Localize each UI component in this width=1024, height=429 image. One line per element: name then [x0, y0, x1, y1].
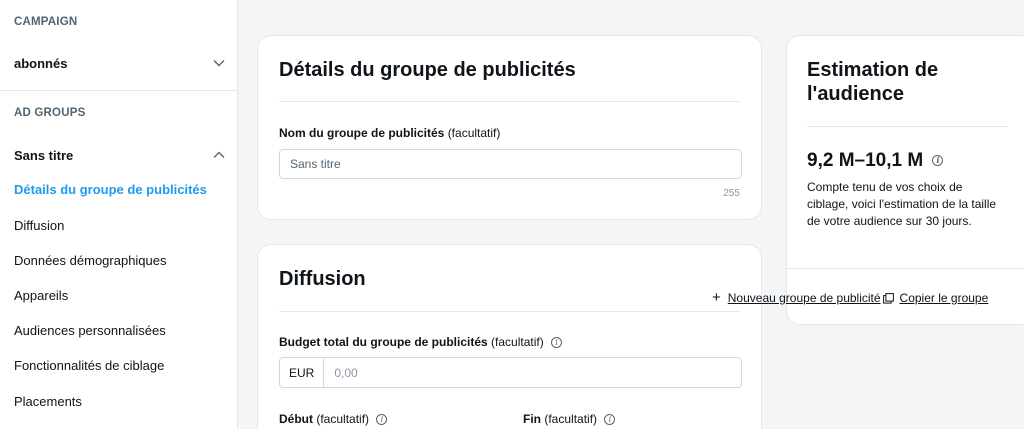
campaign-section-label: CAMPAIGN — [14, 16, 78, 28]
sidebar-item-devices[interactable]: Appareils — [14, 288, 68, 303]
info-icon[interactable]: i — [551, 337, 563, 348]
audience-estimation-card: Estimation de l'audience 9,2 M–10,1 M i … — [786, 35, 1024, 325]
details-divider — [279, 101, 740, 102]
start-date-optional: (facultatif) — [316, 412, 370, 426]
start-date-label-text: Début — [279, 412, 313, 426]
sidebar-item-ad-group-details[interactable]: Détails du groupe de publicités — [14, 182, 207, 197]
plus-icon: + — [712, 289, 721, 306]
copy-icon — [882, 292, 894, 304]
delivery-divider — [279, 311, 740, 312]
new-ad-group-label: Nouveau groupe de publicité — [727, 291, 881, 305]
end-date-optional: (facultatif) — [544, 412, 598, 426]
delivery-card: Diffusion Budget total du groupe de publ… — [257, 244, 762, 429]
details-title: Détails du groupe de publicités — [279, 59, 576, 81]
chevron-up-icon — [212, 148, 226, 162]
new-ad-group-button[interactable]: + Nouveau groupe de publicité — [712, 289, 881, 306]
campaign-name: abonnés — [14, 55, 68, 71]
end-date-label: Fin (facultatif) i — [523, 412, 616, 426]
info-icon[interactable]: i — [604, 414, 616, 425]
character-counter: 255 — [723, 188, 740, 199]
adgroup-name: Sans titre — [14, 147, 74, 163]
sidebar-item-targeting-features[interactable]: Fonctionnalités de ciblage — [14, 358, 164, 373]
delivery-title: Diffusion — [279, 268, 366, 290]
info-icon[interactable]: i — [376, 414, 388, 425]
copy-group-button[interactable]: Copier le groupe — [881, 291, 989, 305]
adgroup-selector[interactable]: Sans titre — [0, 137, 238, 173]
budget-optional: (facultatif) — [491, 335, 544, 349]
info-icon[interactable]: i — [932, 155, 944, 166]
start-date-label: Début (facultatif) i — [279, 412, 388, 426]
campaign-selector[interactable]: abonnés — [0, 45, 238, 81]
audience-description: Compte tenu de vos choix de ciblage, voi… — [807, 180, 997, 228]
adgroups-section-label: AD GROUPS — [14, 107, 86, 119]
sidebar-item-demographics[interactable]: Données démographiques — [14, 253, 167, 268]
sidebar-item-delivery[interactable]: Diffusion — [14, 218, 64, 233]
chevron-down-icon — [212, 56, 226, 70]
ad-group-name-label: Nom du groupe de publicités (facultatif) — [279, 126, 500, 140]
ad-group-name-input[interactable]: Sans titre — [279, 149, 742, 179]
currency-label: EUR — [280, 358, 325, 387]
sidebar: CAMPAIGN abonnés AD GROUPS Sans titre Dé… — [0, 0, 238, 429]
audience-divider — [807, 126, 1007, 127]
budget-label: Budget total du groupe de publicités (fa… — [279, 335, 563, 349]
ad-group-actions: + Nouveau groupe de publicité Copier le … — [712, 290, 988, 306]
audience-estimate-value: 9,2 M–10,1 M — [807, 150, 924, 171]
copy-group-label: Copier le groupe — [899, 291, 989, 305]
ad-group-name-label-text: Nom du groupe de publicités — [279, 126, 445, 140]
sidebar-item-custom-audiences[interactable]: Audiences personnalisées — [14, 323, 166, 338]
budget-input[interactable]: EUR 0,00 — [279, 357, 742, 388]
ad-group-name-optional: (facultatif) — [447, 126, 501, 140]
ad-group-details-card: Détails du groupe de publicités Nom du g… — [257, 35, 762, 220]
audience-footer-divider — [787, 268, 1024, 269]
audience-title: Estimation de l'audience — [807, 59, 939, 105]
sidebar-item-placements[interactable]: Placements — [14, 394, 82, 409]
budget-label-text: Budget total du groupe de publicités — [279, 335, 488, 349]
budget-value: 0,00 — [334, 365, 358, 380]
sidebar-divider — [0, 90, 238, 91]
audience-estimate: 9,2 M–10,1 M i — [807, 150, 944, 172]
end-date-label-text: Fin — [523, 412, 541, 426]
